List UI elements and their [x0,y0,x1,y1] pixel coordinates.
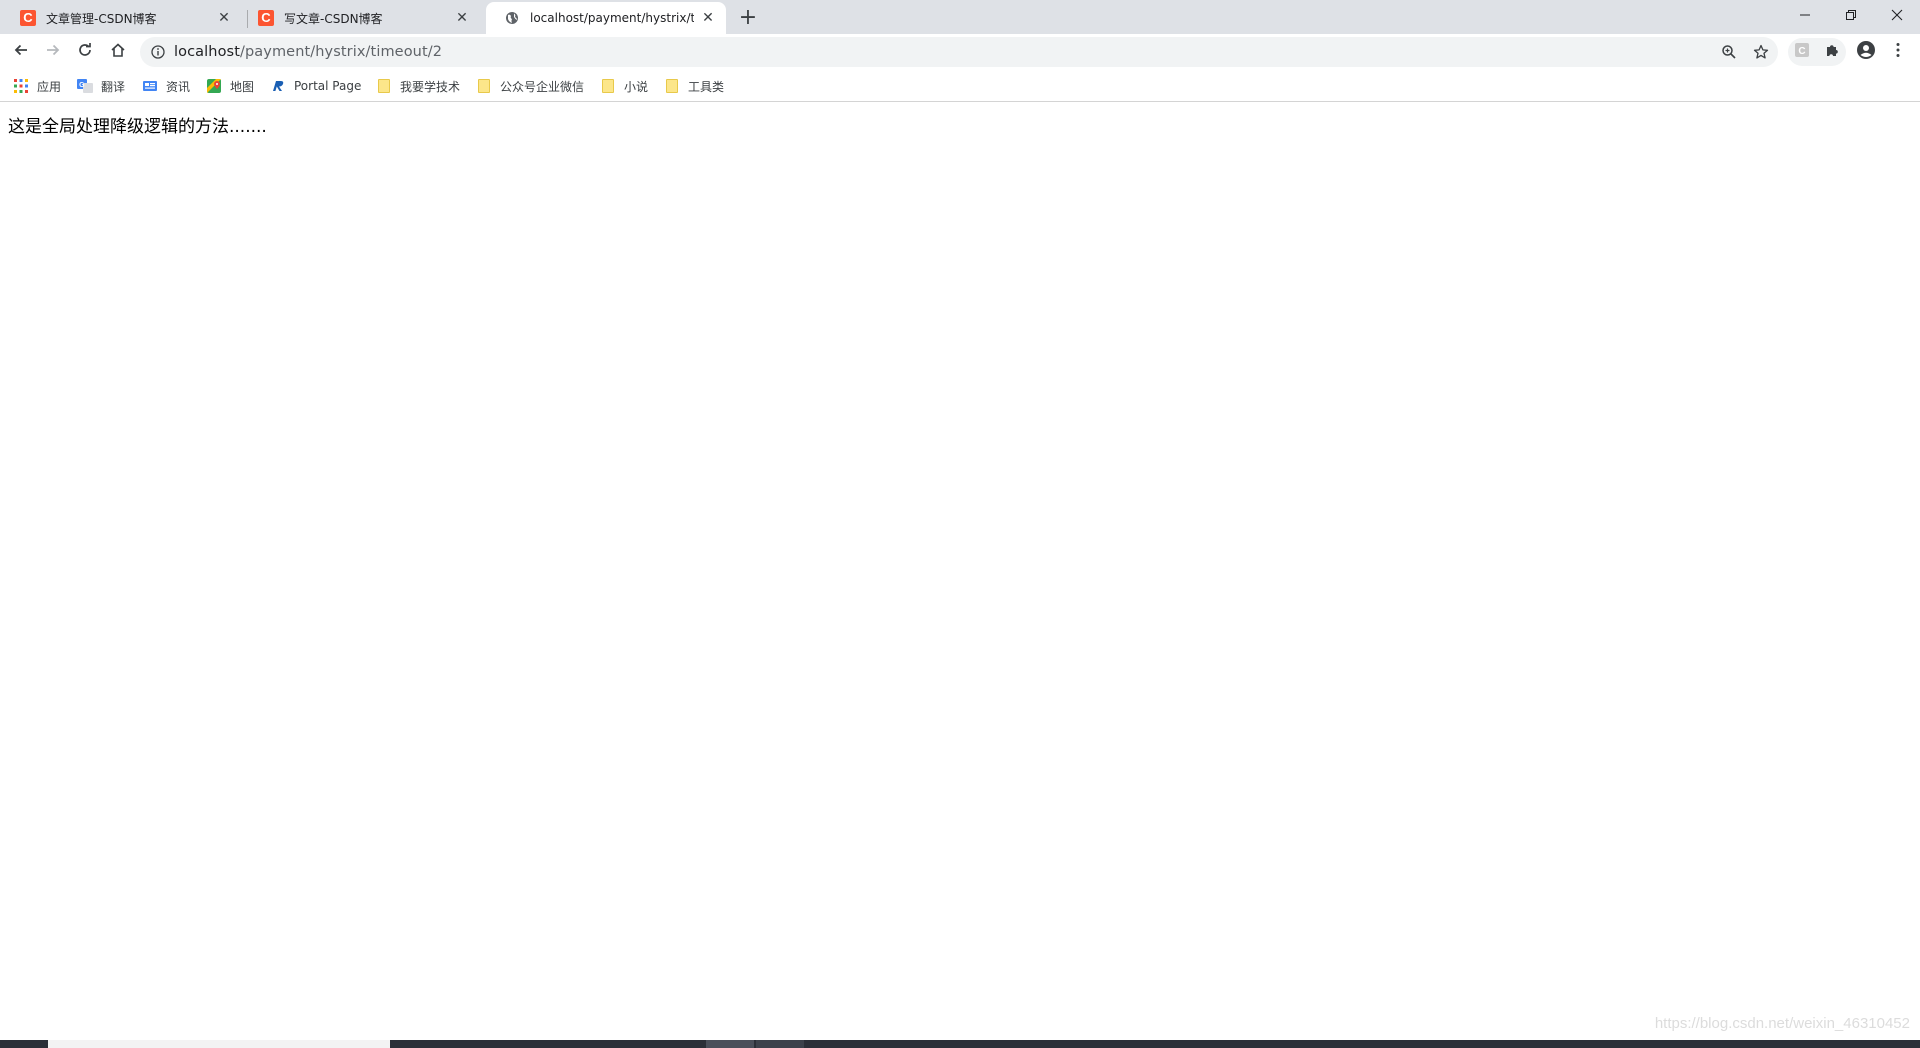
bookmark-label: 我要学技术 [400,79,461,94]
reload-icon [77,42,93,62]
address-bar[interactable]: localhost/payment/hystrix/timeout/2 [140,37,1778,67]
tab-close-icon[interactable]: ✕ [216,10,232,26]
restore-icon [1845,6,1857,25]
bookmark-folder-tools[interactable]: 工具类 [664,76,724,96]
folder-icon [476,78,492,94]
restore-button[interactable] [1828,0,1874,30]
browser-toolbar: localhost/payment/hystrix/timeout/2 C [0,34,1920,70]
reload-button[interactable] [71,38,99,66]
more-vert-icon [1896,42,1900,62]
folder-icon [664,78,680,94]
bookmarks-bar: 应用 G 翻译 资讯 地图 Portal Page 我要学技术 公众号企业微信 … [0,70,1920,102]
bookmark-label: 公众号企业微信 [500,79,585,94]
bookmark-apps[interactable]: 应用 [13,76,61,96]
tab-title: localhost/payment/hystrix/tim [530,11,694,25]
taskbar-search-box[interactable] [48,1040,390,1048]
info-icon[interactable] [150,44,166,60]
watermark: https://blog.csdn.net/weixin_46310452 [1654,1015,1910,1032]
tab-close-icon[interactable]: ✕ [454,10,470,26]
minimize-icon [1799,6,1811,25]
bookmark-label: 地图 [230,79,255,94]
apps-grid-icon [13,78,29,94]
tab-article-manage[interactable]: C 文章管理-CSDN博客 ✕ [2,2,242,34]
tab-write-article[interactable]: C 写文章-CSDN博客 ✕ [240,2,480,34]
tab-strip: C 文章管理-CSDN博客 ✕ C 写文章-CSDN博客 ✕ localhost… [0,0,1920,34]
bookmark-folder-novels[interactable]: 小说 [600,76,648,96]
extensions-button[interactable] [1821,40,1845,64]
bookmark-translate[interactable]: G 翻译 [77,76,125,96]
maps-icon [206,78,222,94]
tab-title: 文章管理-CSDN博客 [46,11,157,26]
bookmark-folder-learn-tech[interactable]: 我要学技术 [376,76,460,96]
bookmark-maps[interactable]: 地图 [206,76,254,96]
bookmark-news[interactable]: 资讯 [142,76,190,96]
puzzle-icon [1825,42,1841,62]
bookmark-label: 翻译 [101,79,126,94]
url-host: localhost [174,44,240,60]
csdn-icon: C [20,10,36,26]
tab-localhost[interactable]: localhost/payment/hystrix/tim ✕ [486,2,726,34]
url-text[interactable]: localhost/payment/hystrix/timeout/2 [174,44,442,60]
back-button[interactable] [7,38,35,66]
account-icon [1856,40,1876,64]
bookmark-label: 应用 [37,79,62,94]
translate-icon: G [77,78,93,94]
globe-icon [504,10,520,26]
svg-text:G: G [79,82,85,89]
fallback-message: 这是全局处理降级逻辑的方法....... [8,117,267,137]
page-content: 这是全局处理降级逻辑的方法....... https://blog.csdn.n… [0,103,1920,1038]
home-button[interactable] [104,38,132,66]
svg-text:C: C [1798,46,1805,57]
bookmark-label: Portal Page [294,79,362,93]
portal-icon [270,78,286,94]
bookmark-portal-page[interactable]: Portal Page [270,76,361,96]
bookmark-label: 资讯 [166,79,191,94]
close-icon [1891,6,1903,25]
forward-button[interactable] [39,38,67,66]
star-icon[interactable] [1752,43,1770,61]
csdn-icon: C [258,10,274,26]
bookmark-label: 工具类 [688,79,725,94]
close-window-button[interactable] [1874,0,1920,30]
profile-button[interactable] [1854,40,1878,64]
url-path: /payment/hystrix/timeout/2 [240,44,443,60]
home-icon [110,42,126,62]
csdn-extension-icon: C [1794,42,1810,62]
taskbar [0,1040,1920,1048]
folder-icon [600,78,616,94]
zoom-icon[interactable] [1720,43,1738,61]
csdn-extension-button[interactable]: C [1790,40,1814,64]
taskbar-app[interactable] [756,1040,804,1048]
new-tab-button[interactable]: + [736,5,760,30]
bookmark-label: 小说 [624,79,649,94]
news-icon [142,78,158,94]
tab-close-icon[interactable]: ✕ [700,10,716,26]
minimize-button[interactable] [1782,0,1828,30]
menu-button[interactable] [1886,40,1910,64]
arrow-left-icon [13,42,29,62]
arrow-right-icon [45,42,61,62]
folder-icon [376,78,392,94]
taskbar-app[interactable] [706,1040,754,1048]
bookmark-folder-wechat[interactable]: 公众号企业微信 [476,76,584,96]
tab-title: 写文章-CSDN博客 [284,11,383,26]
